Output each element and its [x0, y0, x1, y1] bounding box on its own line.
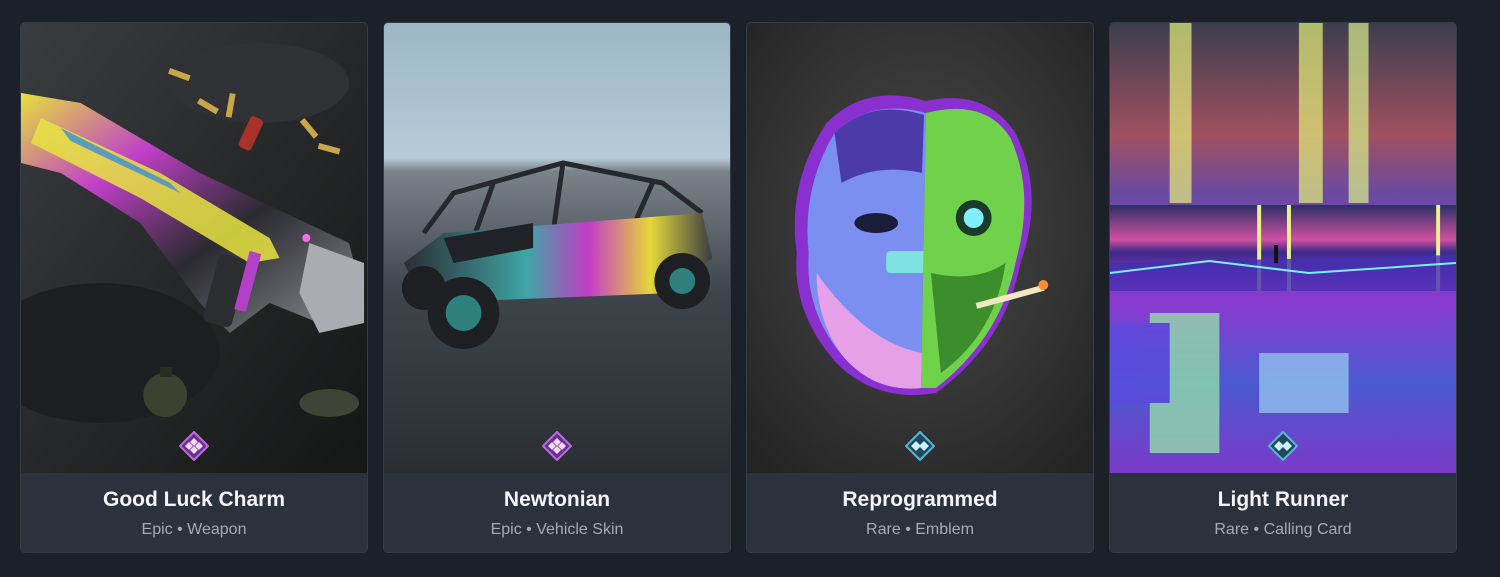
rifle-art: [21, 23, 367, 473]
chevron-icon: ⌃: [30, 0, 44, 6]
epic-rarity-icon: [542, 431, 572, 461]
separator: •: [1253, 521, 1260, 538]
card-title: Reprogrammed: [842, 488, 998, 511]
epic-rarity-icon: [179, 431, 209, 461]
reward-card-good-luck-charm[interactable]: Good Luck Charm Epic • Weapon: [20, 22, 368, 553]
separator: •: [526, 521, 532, 538]
card-subtitle: Rare • Emblem: [866, 520, 974, 540]
separator: •: [905, 521, 911, 538]
category-label: Emblem: [915, 521, 974, 538]
card-subtitle: Epic • Weapon: [142, 520, 247, 540]
rare-rarity-icon: [1268, 431, 1298, 461]
buggy-vehicle-art: [384, 23, 730, 473]
category-label: Vehicle Skin: [536, 521, 624, 538]
rare-rarity-icon: [905, 431, 935, 461]
card-title: Newtonian: [503, 488, 611, 511]
category-label: Calling Card: [1263, 521, 1352, 538]
card-subtitle: Epic • Vehicle Skin: [491, 520, 624, 540]
rarity-label: Epic: [490, 521, 522, 538]
rarity-label: Rare: [866, 521, 901, 538]
card-subtitle: Rare • Calling Card: [1214, 520, 1351, 540]
rarity-label: Epic: [141, 521, 173, 538]
reward-card-newtonian[interactable]: Newtonian Epic • Vehicle Skin: [383, 22, 731, 553]
category-label: Weapon: [187, 521, 247, 538]
reward-card-reprogrammed[interactable]: Reprogrammed Rare • Emblem: [746, 22, 1094, 553]
reward-card-grid: Good Luck Charm Epic • Weapon Newtonian …: [20, 22, 1457, 553]
reward-card-light-runner[interactable]: Light Runner Rare • Calling Card: [1109, 22, 1457, 553]
rarity-label: Rare: [1214, 521, 1250, 538]
separator: •: [177, 521, 183, 538]
card-title: Good Luck Charm: [102, 488, 286, 511]
cyborg-face-emblem-art: [747, 23, 1093, 473]
card-title: Light Runner: [1217, 488, 1349, 511]
neon-cityscape-calling-card-art: [1110, 23, 1456, 473]
